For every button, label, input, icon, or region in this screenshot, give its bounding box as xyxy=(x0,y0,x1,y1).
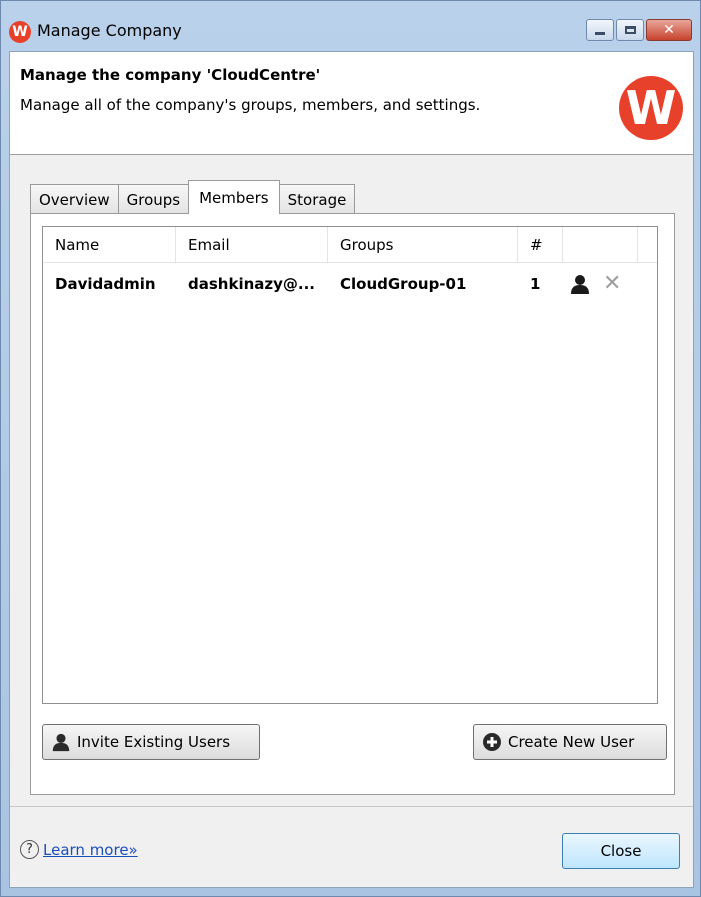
footer-divider xyxy=(10,806,693,807)
tab-overview[interactable]: Overview xyxy=(30,184,119,214)
invite-button-label: Invite Existing Users xyxy=(77,733,231,751)
member-count-cell: 1 xyxy=(530,275,541,293)
window-controls: ✕ xyxy=(584,19,692,41)
close-icon: ✕ xyxy=(663,22,675,38)
learn-more-link[interactable]: Learn more» xyxy=(43,841,138,859)
header-title: Manage the company 'CloudCentre' xyxy=(20,66,321,84)
dialog-client-area: Manage the company 'CloudCentre' Manage … xyxy=(9,51,694,888)
user-icon[interactable] xyxy=(569,273,591,295)
column-header-actions xyxy=(563,227,638,263)
close-button[interactable]: Close xyxy=(562,833,680,869)
maximize-button[interactable] xyxy=(616,19,644,41)
members-table: Name Email Groups # Davidadmin dashkinaz… xyxy=(42,226,658,704)
remove-member-icon[interactable]: ✕ xyxy=(603,273,621,295)
column-header-filler xyxy=(638,227,657,263)
column-header-email[interactable]: Email xyxy=(176,227,328,263)
member-name-cell: Davidadmin xyxy=(55,275,156,293)
minimize-button[interactable] xyxy=(586,19,614,41)
column-header-count[interactable]: # xyxy=(518,227,563,263)
create-new-user-button[interactable]: Create New User xyxy=(473,724,667,760)
app-logo-icon: W xyxy=(9,21,31,43)
manage-company-window: W Manage Company ✕ Manage the company 'C… xyxy=(0,0,701,897)
dialog-header: Manage the company 'CloudCentre' Manage … xyxy=(10,52,693,155)
header-description: Manage all of the company's groups, memb… xyxy=(20,96,481,114)
minimize-icon xyxy=(595,32,605,35)
user-icon xyxy=(51,732,71,752)
member-actions-cell: ✕ xyxy=(563,273,638,295)
help-area: ? Learn more» xyxy=(20,840,138,859)
column-header-name[interactable]: Name xyxy=(43,227,176,263)
tab-members[interactable]: Members xyxy=(188,180,280,214)
table-header-row: Name Email Groups # xyxy=(43,227,657,263)
create-button-label: Create New User xyxy=(508,733,635,751)
member-email-cell: dashkinazy@... xyxy=(188,275,315,293)
table-row[interactable]: Davidadmin dashkinazy@... CloudGroup-01 … xyxy=(43,263,657,305)
maximize-icon xyxy=(624,26,636,34)
tab-storage[interactable]: Storage xyxy=(278,184,356,214)
tab-groups[interactable]: Groups xyxy=(117,184,190,214)
close-window-button[interactable]: ✕ xyxy=(646,19,692,41)
member-groups-cell: CloudGroup-01 xyxy=(340,275,467,293)
tab-strip: Overview Groups Members Storage xyxy=(30,180,356,214)
help-icon[interactable]: ? xyxy=(20,840,39,859)
invite-existing-users-button[interactable]: Invite Existing Users xyxy=(42,724,260,760)
plus-circle-icon xyxy=(482,732,502,752)
brand-logo-icon: W xyxy=(619,76,683,140)
column-header-groups[interactable]: Groups xyxy=(328,227,518,263)
members-tab-panel: Name Email Groups # Davidadmin dashkinaz… xyxy=(30,213,675,795)
window-title: Manage Company xyxy=(37,21,182,40)
